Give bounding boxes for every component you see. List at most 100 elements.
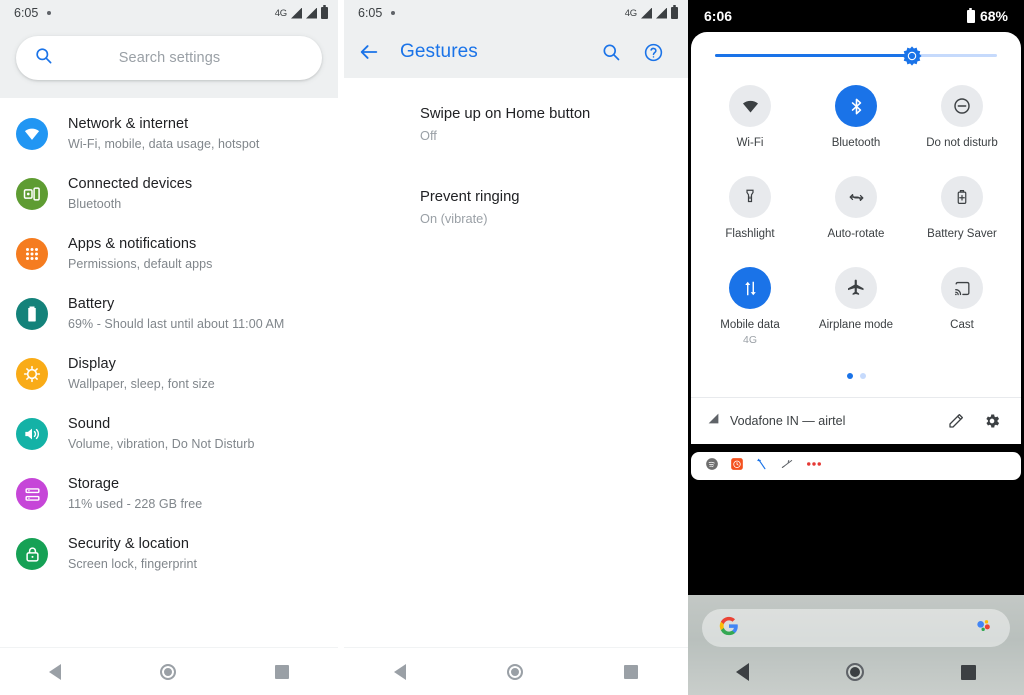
status-time: 6:05 — [358, 6, 383, 20]
status-bar-right: 68% — [966, 7, 1008, 24]
battery-icon — [16, 298, 48, 330]
search-input[interactable]: Search settings — [16, 36, 322, 80]
app-bar: Gestures — [344, 26, 688, 78]
help-circle-icon[interactable] — [632, 42, 674, 63]
signal-icon-1 — [291, 8, 302, 19]
settings-item-subtitle: 69% - Should last until about 11:00 AM — [68, 317, 285, 331]
home-icon[interactable] — [845, 663, 864, 681]
lock-icon — [16, 538, 48, 570]
brightness-slider[interactable] — [691, 32, 1021, 67]
status-bar-right: 4G — [624, 5, 678, 19]
settings-item-battery[interactable]: Battery 69% - Should last until about 11… — [0, 284, 338, 344]
gesture-item-swipe-up-home[interactable]: Swipe up on Home button Off — [344, 94, 688, 155]
search-icon — [34, 46, 53, 70]
qs-footer: Vodafone IN — airtel — [691, 397, 1021, 444]
settings-item-apps-notifications[interactable]: Apps & notifications Permissions, defaul… — [0, 224, 338, 284]
battery-saver-icon — [941, 176, 983, 218]
signal-icon — [707, 412, 720, 430]
search-icon[interactable] — [590, 42, 632, 62]
qs-tile-label: Airplane mode — [818, 319, 894, 331]
settings-item-security-location[interactable]: Security & location Screen lock, fingerp… — [0, 524, 338, 584]
flashlight-icon — [729, 176, 771, 218]
pencil-edit-icon[interactable] — [943, 412, 969, 430]
cast-icon — [941, 267, 983, 309]
settings-item-display[interactable]: Display Wallpaper, sleep, font size — [0, 344, 338, 404]
battery-icon — [966, 7, 975, 23]
notification-icons-row[interactable] — [691, 452, 1021, 480]
settings-item-text: Network & internet Wi-Fi, mobile, data u… — [68, 115, 259, 153]
bluetooth-icon — [835, 85, 877, 127]
settings-item-subtitle: Wallpaper, sleep, font size — [68, 377, 215, 391]
page-dot-1[interactable] — [846, 373, 853, 379]
settings-item-text: Connected devices Bluetooth — [68, 175, 192, 213]
brightness-slider-icon[interactable] — [901, 45, 923, 67]
settings-item-connected-devices[interactable]: Connected devices Bluetooth — [0, 164, 338, 224]
google-g-icon — [718, 615, 740, 642]
home-icon[interactable] — [159, 663, 176, 680]
qs-tile-flashlight[interactable]: Flashlight — [697, 166, 803, 253]
airplane-icon — [835, 267, 877, 309]
settings-item-text: Storage 11% used - 228 GB free — [68, 475, 202, 513]
home-icon[interactable] — [506, 663, 523, 680]
brightness-track[interactable] — [715, 45, 997, 66]
page-title: Gestures — [400, 41, 478, 62]
settings-item-subtitle: Volume, vibration, Do Not Disturb — [68, 437, 255, 451]
settings-item-text: Sound Volume, vibration, Do Not Disturb — [68, 415, 254, 453]
recents-icon[interactable] — [960, 664, 976, 680]
qs-tile-sublabel: 4G — [742, 334, 757, 346]
battery-icon — [671, 5, 678, 19]
back-icon[interactable] — [736, 663, 750, 681]
panel-settings-home: 6:05 4G Search settings Network & intern… — [0, 0, 338, 695]
settings-item-text: Display Wallpaper, sleep, font size — [68, 355, 215, 393]
settings-list: Network & internet Wi-Fi, mobile, data u… — [0, 98, 338, 584]
settings-item-text: Apps & notifications Permissions, defaul… — [68, 235, 212, 273]
gear-icon[interactable] — [979, 412, 1005, 430]
settings-item-network[interactable]: Network & internet Wi-Fi, mobile, data u… — [0, 104, 338, 164]
recents-icon[interactable] — [623, 664, 638, 679]
auto-rotate-icon — [835, 176, 877, 218]
network-type-label: 4G — [624, 7, 637, 19]
settings-item-storage[interactable]: Storage 11% used - 228 GB free — [0, 464, 338, 524]
network-type-label: 4G — [274, 7, 287, 19]
qs-tile-do-not-disturb[interactable]: Do not disturb — [909, 75, 1015, 162]
qs-tile-bluetooth[interactable]: Bluetooth — [803, 75, 909, 162]
apps-grid-icon — [16, 238, 48, 270]
qs-tile-airplane-mode[interactable]: Airplane mode — [803, 257, 909, 359]
battery-percent: 68% — [979, 8, 1008, 24]
mobile-data-icon — [729, 267, 771, 309]
storage-icon — [16, 478, 48, 510]
brightness-fill — [715, 54, 913, 57]
qs-tile-auto-rotate[interactable]: Auto-rotate — [803, 166, 909, 253]
cast-devices-icon — [16, 178, 48, 210]
qs-tile-cast[interactable]: Cast — [909, 257, 1015, 359]
back-icon[interactable] — [394, 663, 407, 680]
gesture-item-prevent-ringing[interactable]: Prevent ringing On (vibrate) — [344, 177, 688, 238]
back-icon[interactable] — [49, 663, 62, 680]
battery-icon — [321, 5, 328, 19]
recents-icon[interactable] — [274, 664, 289, 679]
page-dot-2[interactable] — [859, 373, 866, 379]
settings-item-subtitle: Screen lock, fingerprint — [68, 557, 198, 571]
carrier-label: Vodafone IN — airtel — [730, 414, 846, 428]
settings-item-subtitle: Bluetooth — [68, 197, 122, 211]
gesture-item-title: Swipe up on Home button — [420, 106, 591, 122]
assistant-icon[interactable] — [974, 616, 994, 641]
status-bar-right: 4G — [274, 5, 328, 19]
status-bar-left: 6:05 — [14, 6, 52, 20]
panel-gestures: 6:05 4G Gestures Swipe up on Home button… — [344, 0, 688, 695]
qs-page-indicator — [691, 359, 1021, 397]
arrow-back-icon[interactable] — [358, 41, 392, 63]
settings-item-title: Sound — [68, 416, 111, 432]
signal-icon-2 — [656, 8, 667, 19]
home-search-widget[interactable] — [702, 609, 1010, 647]
settings-item-sound[interactable]: Sound Volume, vibration, Do Not Disturb — [0, 404, 338, 464]
wifi-icon — [16, 118, 48, 150]
qs-tile-label: Wi-Fi — [736, 137, 764, 149]
settings-item-subtitle: 11% used - 228 GB free — [68, 497, 203, 511]
qs-tile-mobile-data[interactable]: Mobile data 4G — [697, 257, 803, 359]
qs-tile-wifi[interactable]: Wi-Fi — [697, 75, 803, 162]
qs-tile-battery-saver[interactable]: Battery Saver — [909, 166, 1015, 253]
status-bar-left: 6:05 — [358, 6, 396, 20]
settings-item-text: Security & location Screen lock, fingerp… — [68, 535, 197, 573]
signal-icon-1 — [641, 8, 652, 19]
